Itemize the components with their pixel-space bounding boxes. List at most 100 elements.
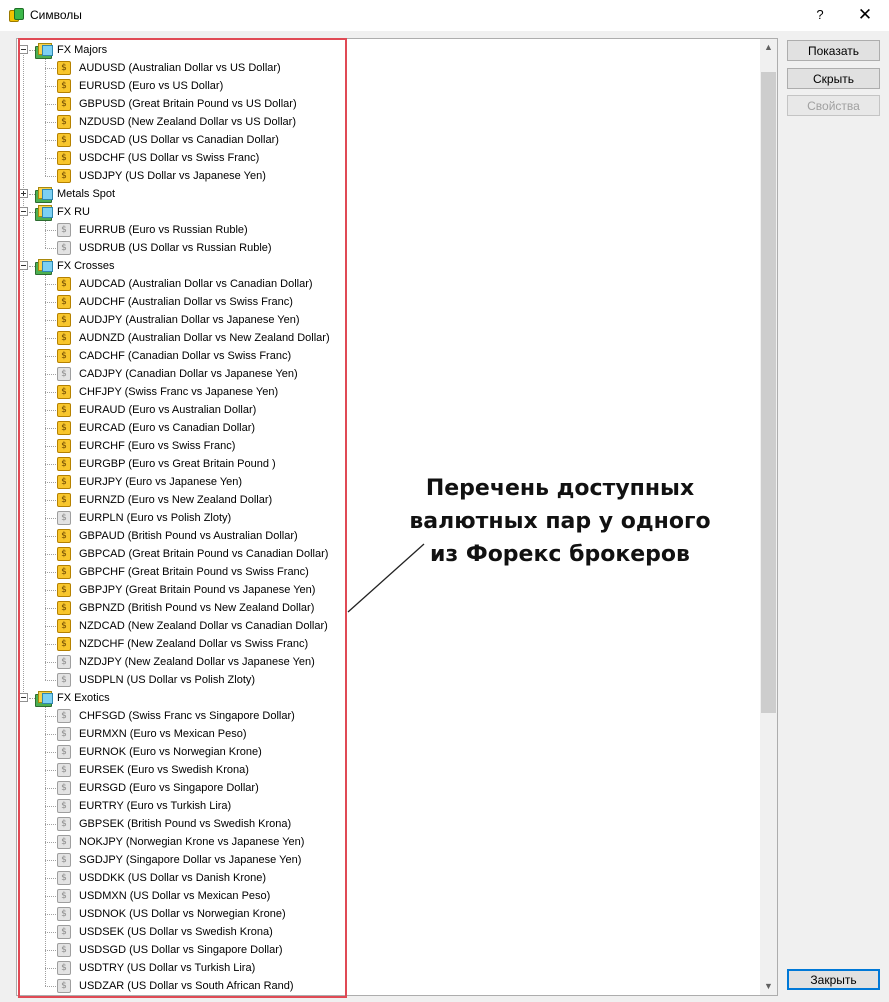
dollar-coin-icon: $ (57, 943, 71, 957)
symbol-row[interactable]: $ EURNOK (Euro vs Norwegian Krone) (17, 743, 757, 761)
dollar-coin-icon: $ (57, 133, 71, 147)
dollar-coin-icon: $ (57, 853, 71, 867)
symbol-row[interactable]: $ EURTRY (Euro vs Turkish Lira) (17, 797, 757, 815)
symbol-row[interactable]: $ USDZAR (US Dollar vs South African Rand… (17, 977, 757, 995)
symbol-row[interactable]: $ NZDJPY (New Zealand Dollar vs Japanese … (17, 653, 757, 671)
expand-icon[interactable] (19, 189, 28, 198)
symbol-row[interactable]: $ EURCHF (Euro vs Swiss Franc) (17, 437, 757, 455)
symbol-row[interactable]: $ EURCAD (Euro vs Canadian Dollar) (17, 419, 757, 437)
symbol-row[interactable]: $ USDNOK (US Dollar vs Norwegian Krone) (17, 905, 757, 923)
hide-button[interactable]: Скрыть (787, 68, 880, 89)
dollar-coin-icon: $ (57, 403, 71, 417)
close-icon[interactable]: ✕ (853, 4, 877, 26)
scroll-down-icon[interactable]: ▼ (760, 978, 777, 995)
help-button[interactable]: ? (808, 4, 832, 26)
symbol-row[interactable]: $ NZDCAD (New Zealand Dollar vs Canadian … (17, 617, 757, 635)
symbol-row[interactable]: $ USDJPY (US Dollar vs Japanese Yen) (17, 167, 757, 185)
collapse-icon[interactable] (19, 45, 28, 54)
symbol-row[interactable]: $ USDMXN (US Dollar vs Mexican Peso) (17, 887, 757, 905)
symbol-row[interactable]: $ NOKJPY (Norwegian Krone vs Japanese Yen… (17, 833, 757, 851)
symbol-label: CADCHF (Canadian Dollar vs Swiss Franc) (79, 350, 292, 362)
symbol-row[interactable]: $ NZDCHF (New Zealand Dollar vs Swiss Fra… (17, 635, 757, 653)
folder-icon (35, 42, 53, 59)
symbol-row[interactable]: $ AUDJPY (Australian Dollar vs Japanese Y… (17, 311, 757, 329)
dollar-coin-icon: $ (57, 61, 71, 75)
dollar-coin-icon: $ (57, 565, 71, 579)
dollar-coin-icon: $ (57, 457, 71, 471)
vertical-scrollbar[interactable]: ▲ ▼ (760, 39, 777, 995)
folder-icon (35, 258, 53, 275)
tree-connector (45, 68, 56, 69)
scroll-up-icon[interactable]: ▲ (760, 39, 777, 56)
dollar-coin-icon: $ (57, 313, 71, 327)
dollar-coin-icon: $ (57, 781, 71, 795)
folder-icon (35, 186, 53, 203)
properties-button[interactable]: Свойства (787, 95, 880, 116)
tree-connector (45, 914, 56, 915)
symbol-row[interactable]: $ AUDUSD (Australian Dollar vs US Dollar) (17, 59, 757, 77)
symbol-row[interactable]: $ USDCHF (US Dollar vs Swiss Franc) (17, 149, 757, 167)
symbol-row[interactable]: $ USDDKK (US Dollar vs Danish Krone) (17, 869, 757, 887)
symbol-label: EURCAD (Euro vs Canadian Dollar) (79, 422, 256, 434)
collapse-icon[interactable] (19, 693, 28, 702)
tree-group-row[interactable]: Metals Spot (17, 185, 757, 203)
symbol-row[interactable]: $ USDPLN (US Dollar vs Polish Zloty) (17, 671, 757, 689)
symbol-label: CHFJPY (Swiss Franc vs Japanese Yen) (79, 386, 279, 398)
dollar-coin-icon: $ (57, 349, 71, 363)
symbol-row[interactable]: $ GBPSEK (British Pound vs Swedish Krona) (17, 815, 757, 833)
tree-connector (45, 842, 56, 843)
symbol-row[interactable]: $ AUDNZD (Australian Dollar vs New Zealan… (17, 329, 757, 347)
symbol-row[interactable]: $ AUDCHF (Australian Dollar vs Swiss Fran… (17, 293, 757, 311)
symbol-row[interactable]: $ EURAUD (Euro vs Australian Dollar) (17, 401, 757, 419)
tree-connector (45, 86, 56, 87)
dollar-coin-icon: $ (57, 979, 71, 993)
symbol-row[interactable]: $ NZDUSD (New Zealand Dollar vs US Dollar… (17, 113, 757, 131)
tree-connector (45, 158, 56, 159)
symbol-row[interactable]: $ GBPUSD (Great Britain Pound vs US Dolla… (17, 95, 757, 113)
symbol-row[interactable]: $ CHFJPY (Swiss Franc vs Japanese Yen) (17, 383, 757, 401)
tree-group-row[interactable]: FX Exotics (17, 689, 757, 707)
symbol-row[interactable]: $ CADCHF (Canadian Dollar vs Swiss Franc) (17, 347, 757, 365)
symbol-row[interactable]: $ EURMXN (Euro vs Mexican Peso) (17, 725, 757, 743)
symbol-row[interactable]: $ CHFSGD (Swiss Franc vs Singapore Dollar… (17, 707, 757, 725)
dollar-coin-icon: $ (57, 385, 71, 399)
tree-connector (45, 500, 56, 501)
symbol-row[interactable]: $ SGDJPY (Singapore Dollar vs Japanese Ye… (17, 851, 757, 869)
tree-connector (45, 896, 56, 897)
collapse-icon[interactable] (19, 261, 28, 270)
symbol-row[interactable]: $ EURGBP (Euro vs Great Britain Pound ) (17, 455, 757, 473)
tree-connector (45, 734, 56, 735)
tree-connector (45, 122, 56, 123)
symbol-label: CHFSGD (Swiss Franc vs Singapore Dollar) (79, 710, 295, 722)
symbol-label: USDMXN (US Dollar vs Mexican Peso) (79, 890, 271, 902)
symbol-label: EURRUB (Euro vs Russian Ruble) (79, 224, 248, 236)
symbol-row[interactable]: $ AUDCAD (Australian Dollar vs Canadian D… (17, 275, 757, 293)
symbol-row[interactable]: $ USDSEK (US Dollar vs Swedish Krona) (17, 923, 757, 941)
tree-connector (45, 140, 56, 141)
tree-connector (45, 716, 56, 717)
show-button[interactable]: Показать (787, 40, 880, 61)
symbol-row[interactable]: $ EURSGD (Euro vs Singapore Dollar) (17, 779, 757, 797)
tree-group-row[interactable]: FX Crosses (17, 257, 757, 275)
symbol-row[interactable]: $ EURUSD (Euro vs US Dollar) (17, 77, 757, 95)
symbol-row[interactable]: $ USDRUB (US Dollar vs Russian Ruble) (17, 239, 757, 257)
tree-group-row[interactable]: FX RU (17, 203, 757, 221)
tree-connector (45, 680, 56, 681)
collapse-icon[interactable] (19, 207, 28, 216)
scroll-thumb[interactable] (761, 72, 776, 713)
tree-connector (45, 788, 56, 789)
symbol-row[interactable]: $ EURSEK (Euro vs Swedish Krona) (17, 761, 757, 779)
symbol-label: NZDJPY (New Zealand Dollar vs Japanese Y… (79, 656, 315, 668)
symbol-row[interactable]: $ USDSGD (US Dollar vs Singapore Dollar) (17, 941, 757, 959)
symbol-row[interactable]: $ USDTRY (US Dollar vs Turkish Lira) (17, 959, 757, 977)
tree-group-row[interactable]: FX Majors (17, 41, 757, 59)
tree-connector (45, 410, 56, 411)
symbol-row[interactable]: $ EURRUB (Euro vs Russian Ruble) (17, 221, 757, 239)
symbol-label: AUDJPY (Australian Dollar vs Japanese Ye… (79, 314, 300, 326)
symbol-label: GBPNZD (British Pound vs New Zealand Dol… (79, 602, 315, 614)
symbol-row[interactable]: $ CADJPY (Canadian Dollar vs Japanese Yen… (17, 365, 757, 383)
close-dialog-button[interactable]: Закрыть (787, 969, 880, 990)
symbol-label: EURGBP (Euro vs Great Britain Pound ) (79, 458, 276, 470)
symbol-row[interactable]: $ USDCAD (US Dollar vs Canadian Dollar) (17, 131, 757, 149)
dollar-coin-icon: $ (57, 745, 71, 759)
